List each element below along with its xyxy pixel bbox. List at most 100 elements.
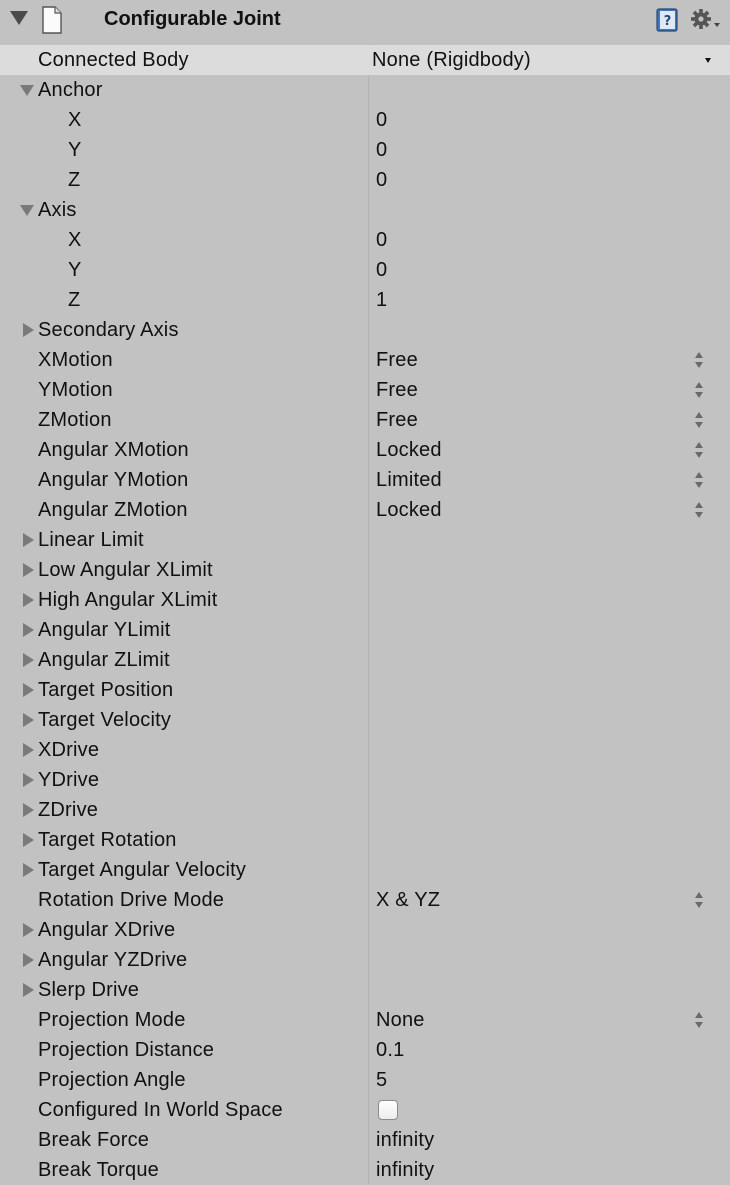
anchor-y-field[interactable]: 0 [376, 139, 387, 162]
axis-x-field[interactable]: 0 [376, 229, 387, 252]
angular-xmotion-label: Angular XMotion [38, 439, 189, 461]
collapsed-foldout-arrow-icon[interactable] [20, 855, 36, 885]
popup-updown-arrows-icon[interactable] [694, 1010, 704, 1030]
component-header[interactable]: Configurable Joint ? [0, 0, 730, 40]
collapsed-foldout-arrow-icon[interactable] [20, 585, 36, 615]
angular-zmotion-label: Angular ZMotion [38, 499, 188, 521]
expanded-foldout-arrow-icon[interactable] [20, 195, 36, 225]
popup-updown-arrows-icon[interactable] [694, 470, 704, 490]
gear-dropdown-icon[interactable] [690, 8, 722, 32]
property-row-ydrive[interactable]: YDrive [0, 765, 730, 795]
collapsed-foldout-arrow-icon[interactable] [20, 675, 36, 705]
popup-updown-arrows-icon[interactable] [694, 440, 704, 460]
property-row-target-angular-velocity[interactable]: Target Angular Velocity [0, 855, 730, 885]
property-row-axis-x: X0 [0, 225, 730, 255]
collapsed-foldout-arrow-icon[interactable] [20, 525, 36, 555]
axis-y-field[interactable]: 0 [376, 259, 387, 282]
property-row-target-rotation[interactable]: Target Rotation [0, 825, 730, 855]
anchor-x-field[interactable]: 0 [376, 109, 387, 132]
expanded-foldout-arrow-icon[interactable] [20, 75, 36, 105]
collapsed-foldout-arrow-icon[interactable] [20, 555, 36, 585]
property-row-axis-y: Y0 [0, 255, 730, 285]
collapsed-foldout-arrow-icon[interactable] [20, 615, 36, 645]
property-row-angular-yzdrive[interactable]: Angular YZDrive [0, 945, 730, 975]
angular-ylimit-label: Angular YLimit [38, 619, 171, 641]
property-row-connected-body: Connected Body None (Rigidbody) [0, 45, 730, 75]
anchor-y-label: Y [68, 139, 82, 161]
property-row-angular-xdrive[interactable]: Angular XDrive [0, 915, 730, 945]
property-row-anchor-z: Z0 [0, 165, 730, 195]
break-torque-field[interactable]: infinity [376, 1159, 434, 1182]
property-row-zmotion: ZMotion Free [0, 405, 730, 435]
property-row-projection-mode: Projection Mode None [0, 1005, 730, 1035]
angular-zmotion-popup[interactable]: Locked [376, 499, 442, 522]
break-force-field[interactable]: infinity [376, 1129, 434, 1152]
script-document-icon [42, 6, 62, 34]
collapsed-foldout-arrow-icon[interactable] [20, 945, 36, 975]
property-row-anchor-y: Y0 [0, 135, 730, 165]
zmotion-popup[interactable]: Free [376, 409, 418, 432]
property-row-target-velocity[interactable]: Target Velocity [0, 705, 730, 735]
projection-angle-field[interactable]: 5 [376, 1069, 387, 1092]
projection-mode-popup[interactable]: None [376, 1009, 425, 1032]
axis-z-label: Z [68, 289, 81, 311]
property-row-low-angular-xlimit[interactable]: Low Angular XLimit [0, 555, 730, 585]
property-row-xdrive[interactable]: XDrive [0, 735, 730, 765]
collapsed-foldout-arrow-icon[interactable] [20, 735, 36, 765]
secondary-axis-label: Secondary Axis [38, 319, 179, 341]
popup-updown-arrows-icon[interactable] [694, 890, 704, 910]
popup-updown-arrows-icon[interactable] [694, 410, 704, 430]
property-row-target-position[interactable]: Target Position [0, 675, 730, 705]
collapsed-foldout-arrow-icon[interactable] [20, 915, 36, 945]
angular-ymotion-popup[interactable]: Limited [376, 469, 442, 492]
property-row-linear-limit[interactable]: Linear Limit [0, 525, 730, 555]
connected-body-object-field[interactable]: None (Rigidbody) [372, 49, 531, 72]
property-row-angular-zlimit[interactable]: Angular ZLimit [0, 645, 730, 675]
anchor-z-field[interactable]: 0 [376, 169, 387, 192]
ymotion-popup[interactable]: Free [376, 379, 418, 402]
property-row-break-force: Break Force infinity [0, 1125, 730, 1155]
angular-xdrive-label: Angular XDrive [38, 919, 176, 941]
axis-y-label: Y [68, 259, 82, 281]
help-book-icon[interactable]: ? [655, 8, 679, 32]
axis-label: Axis [38, 199, 77, 221]
angular-xmotion-popup[interactable]: Locked [376, 439, 442, 462]
property-row-slerp-drive[interactable]: Slerp Drive [0, 975, 730, 1005]
popup-updown-arrows-icon[interactable] [694, 350, 704, 370]
collapsed-foldout-arrow-icon[interactable] [20, 315, 36, 345]
property-row-projection-angle: Projection Angle 5 [0, 1065, 730, 1095]
configured-in-world-space-checkbox[interactable] [378, 1100, 398, 1120]
popup-updown-arrows-icon[interactable] [694, 380, 704, 400]
collapsed-foldout-arrow-icon[interactable] [20, 705, 36, 735]
target-rotation-label: Target Rotation [38, 829, 177, 851]
xmotion-popup[interactable]: Free [376, 349, 418, 372]
fold-arrow-icon[interactable] [10, 11, 28, 25]
xdrive-label: XDrive [38, 739, 100, 761]
property-row-zdrive[interactable]: ZDrive [0, 795, 730, 825]
xmotion-label: XMotion [38, 349, 113, 371]
collapsed-foldout-arrow-icon[interactable] [20, 765, 36, 795]
configured-in-world-space-label: Configured In World Space [38, 1099, 283, 1121]
property-row-angular-zmotion: Angular ZMotion Locked [0, 495, 730, 525]
angular-yzdrive-label: Angular YZDrive [38, 949, 188, 971]
property-row-angular-xmotion: Angular XMotion Locked [0, 435, 730, 465]
property-row-axis[interactable]: Axis [0, 195, 730, 225]
popup-updown-arrows-icon[interactable] [694, 500, 704, 520]
property-row-high-angular-xlimit[interactable]: High Angular XLimit [0, 585, 730, 615]
collapsed-foldout-arrow-icon[interactable] [20, 825, 36, 855]
linear-limit-label: Linear Limit [38, 529, 144, 551]
object-picker-arrow-icon[interactable] [705, 58, 711, 63]
rotation-drive-mode-popup[interactable]: X & YZ [376, 889, 440, 912]
collapsed-foldout-arrow-icon[interactable] [20, 795, 36, 825]
axis-z-field[interactable]: 1 [376, 289, 387, 312]
ydrive-label: YDrive [38, 769, 100, 791]
collapsed-foldout-arrow-icon[interactable] [20, 975, 36, 1005]
property-row-xmotion: XMotion Free [0, 345, 730, 375]
target-position-label: Target Position [38, 679, 174, 701]
property-row-rotation-drive-mode: Rotation Drive Mode X & YZ [0, 885, 730, 915]
property-row-angular-ylimit[interactable]: Angular YLimit [0, 615, 730, 645]
projection-distance-field[interactable]: 0.1 [376, 1039, 404, 1062]
property-row-secondary-axis[interactable]: Secondary Axis [0, 315, 730, 345]
property-row-anchor[interactable]: Anchor [0, 75, 730, 105]
collapsed-foldout-arrow-icon[interactable] [20, 645, 36, 675]
